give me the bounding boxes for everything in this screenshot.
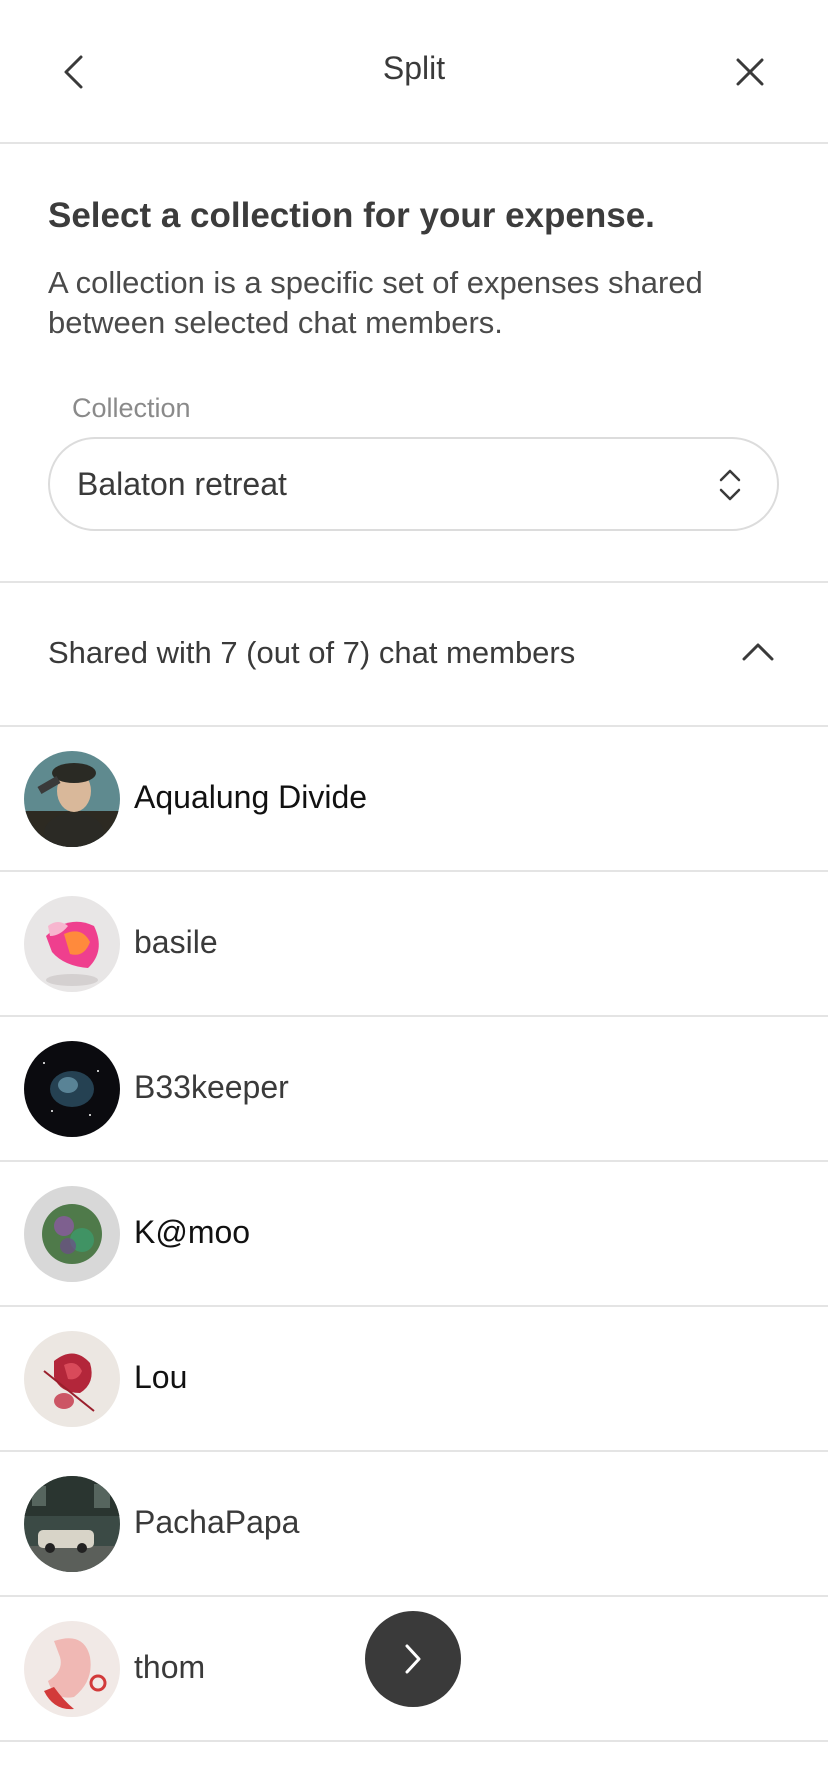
close-button[interactable] [722, 44, 778, 100]
avatar [24, 751, 120, 847]
section-heading: Select a collection for your expense. [48, 196, 655, 235]
intro-section: Select a collection for your expense. A … [48, 195, 788, 343]
collection-select[interactable]: Balaton retreat [48, 437, 779, 531]
chevron-up-icon [742, 643, 774, 661]
avatar [24, 1476, 120, 1572]
section-description: A collection is a specific set of expens… [48, 265, 703, 340]
member-name: K@moo [134, 1214, 251, 1250]
member-list: Aqualung Divide basile B33keeper K@moo L… [0, 727, 828, 1742]
top-bar: Split [0, 0, 828, 144]
collection-selected-value: Balaton retreat [77, 465, 287, 502]
avatar [24, 1041, 120, 1137]
member-row[interactable]: B33keeper [0, 1017, 828, 1162]
member-name: B33keeper [134, 1069, 289, 1105]
member-name: Lou [134, 1359, 188, 1395]
shared-members-label: Shared with 7 (out of 7) chat members [48, 635, 576, 670]
member-row[interactable]: PachaPapa [0, 1452, 828, 1597]
member-name: thom [134, 1649, 206, 1685]
avatar [24, 1621, 120, 1717]
page-title: Split [382, 50, 446, 86]
member-row[interactable]: Aqualung Divide [0, 727, 828, 872]
collection-label: Collection [72, 393, 191, 423]
member-name: basile [134, 924, 218, 960]
avatar [24, 1331, 120, 1427]
close-icon [736, 58, 764, 86]
avatar [24, 1186, 120, 1282]
shared-members-toggle[interactable]: Shared with 7 (out of 7) chat members [0, 583, 828, 727]
member-name: Aqualung Divide [134, 779, 368, 815]
member-row[interactable]: basile [0, 872, 828, 1017]
member-name: PachaPapa [134, 1504, 300, 1540]
chevron-right-icon [405, 1644, 421, 1674]
member-row[interactable]: Lou [0, 1307, 828, 1452]
next-button[interactable] [365, 1611, 461, 1707]
member-row[interactable]: K@moo [0, 1162, 828, 1307]
updown-chevron-icon [719, 469, 741, 501]
avatar [24, 896, 120, 992]
